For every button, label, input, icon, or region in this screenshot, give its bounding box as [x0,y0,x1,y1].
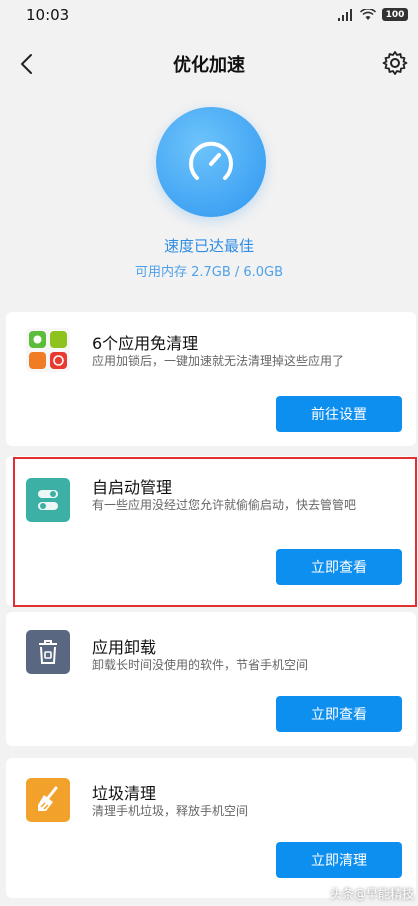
battery-icon: 100 [382,8,408,21]
speedometer-icon [189,141,233,180]
page-title: 优化加速 [173,55,245,76]
card-description: 卸载长时间没使用的软件，节省手机空间 [92,658,309,672]
card-title: 6个应用免清理 [92,334,199,353]
card-junk-clean: 垃圾清理 清理手机垃圾，释放手机空间 立即清理 [6,758,416,898]
toggle-icon [26,478,70,522]
status-time: 10:03 [26,6,70,24]
memory-info-text: 可用内存 2.7GB / 6.0GB [134,265,284,280]
view-uninstall-button[interactable]: 立即查看 [276,696,402,732]
card-title: 自启动管理 [92,478,173,497]
watermark: 头条@早能精技 [329,887,414,901]
settings-button[interactable] [382,50,408,76]
card-title: 应用卸载 [92,638,157,657]
chevron-left-icon [21,54,32,74]
card-description: 清理手机垃圾，释放手机空间 [92,804,249,818]
signal-icon [338,8,352,21]
go-settings-button[interactable]: 前往设置 [276,396,402,432]
battery-level: 100 [385,9,405,20]
wifi-icon [360,8,376,20]
gear-icon [382,51,408,75]
speed-status-text: 速度已达最佳 [163,237,254,255]
clean-now-button[interactable]: 立即清理 [276,842,402,878]
card-uninstall: 应用卸载 卸载长时间没使用的软件，节省手机空间 立即查看 [6,612,416,746]
status-bar: 10:03 100 [0,0,418,32]
card-title: 垃圾清理 [92,784,157,803]
back-button[interactable] [14,50,42,78]
card-description: 有一些应用没经过您允许就偷偷启动，快去管管吧 [92,498,357,512]
view-autostart-button[interactable]: 立即查看 [276,549,402,585]
app-grid-icon [26,328,70,372]
card-description: 应用加锁后，一键加速就无法清理掉这些应用了 [92,354,345,368]
card-autostart: 自启动管理 有一些应用没经过您允许就偷偷启动，快去管管吧 立即查看 [6,456,416,606]
card-app-whitelist: 6个应用免清理 应用加锁后，一键加速就无法清理掉这些应用了 前往设置 [6,312,416,446]
uninstall-trash-icon [26,630,70,674]
header: 优化加速 [0,40,418,86]
speed-gauge [156,107,266,217]
broom-icon [26,778,70,822]
status-icons: 100 [338,8,408,21]
